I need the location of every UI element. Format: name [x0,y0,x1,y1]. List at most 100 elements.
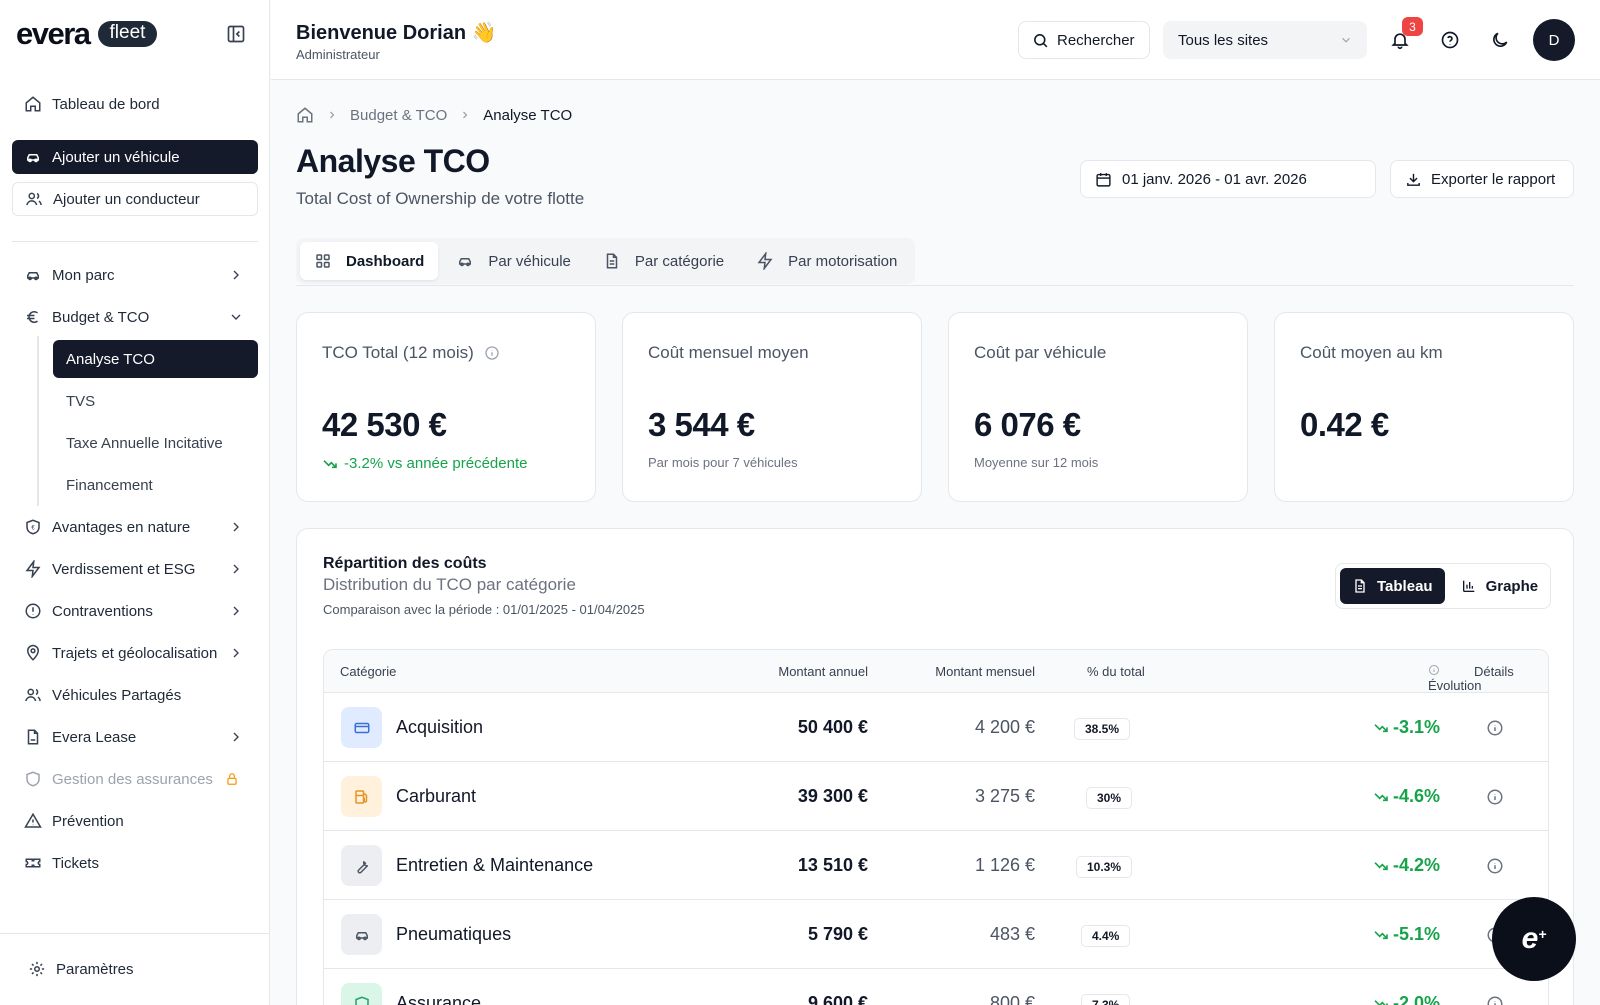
evolution-text: -3.1% [1392,717,1440,737]
sidebar-item-label: Trajets et géolocalisation [52,644,218,662]
percent-badge: 10.3% [1076,856,1133,878]
add-vehicle-button[interactable]: Ajouter un véhicule [12,140,258,174]
moon-icon[interactable] [1490,30,1510,50]
gear-icon [29,961,45,977]
assistant-fab[interactable]: e + [1492,897,1576,981]
add-driver-button[interactable]: Ajouter un conducteur [12,182,258,216]
tab-par-vehicule[interactable]: Par véhicule [442,242,585,280]
sidebar-item-prevention[interactable]: Prévention [12,802,258,840]
submenu-rail [37,336,39,506]
sidebar-item-label: Tickets [52,854,99,872]
shield-icon: € [26,519,40,535]
euro-icon [27,311,38,323]
sidebar-item-label: Mon parc [52,266,115,284]
sidebar-item-vehicules-partages[interactable]: Véhicules Partagés [12,676,258,714]
sidebar-item-dashboard[interactable]: Tableau de bord [12,85,258,123]
bolt-icon [757,252,773,270]
sidebar-item-label: Paramètres [56,960,134,978]
evolution-text: -4.6% [1392,786,1440,806]
plus-icon: + [1538,926,1547,942]
kpi-card-cout-mensuel: Coût mensuel moyen 3 544 € Par mois pour… [622,312,922,502]
table-view-button[interactable]: Tableau [1340,568,1445,604]
add-vehicle-label: Ajouter un véhicule [52,148,180,166]
tab-label: Par motorisation [788,252,898,270]
sidebar-item-mon-parc[interactable]: Mon parc [12,256,258,294]
brand-logo[interactable]: evera fleet [16,18,158,50]
table-row: Assurance 9 600 € 800 € 7.3% -2.0% [324,969,1548,1005]
kpi-card-cout-vehicule: Coût par véhicule 6 076 € Moyenne sur 12… [948,312,1248,502]
wrench-icon [341,845,382,886]
cost-breakdown-card: Répartition des coûts Distribution du TC… [296,528,1574,1005]
sidebar-item-tickets[interactable]: Tickets [12,844,258,882]
monthly-amount: 3 275 € [974,786,1035,806]
breadcrumb-budget-link[interactable]: Budget & TCO [350,107,447,124]
chevron-right-icon [233,270,239,280]
info-icon[interactable] [1486,719,1504,737]
trending-down-icon [1374,723,1388,732]
sidebar-item-evera-lease[interactable]: Evera Lease [12,718,258,756]
sidebar-collapse-icon[interactable] [226,24,246,44]
sidebar-item-label: Tableau de bord [52,95,160,113]
kpi-label: Coût moyen au km [1300,343,1443,362]
sidebar-subitem-financement[interactable]: Financement [53,466,258,504]
info-icon[interactable] [1486,788,1504,806]
sidebar-item-avantages[interactable]: € Avantages en nature [12,508,258,546]
chart-view-label: Graphe [1485,577,1539,595]
kpi-note: Moyenne sur 12 mois [974,455,1099,470]
sidebar-subitem-analyse-tco[interactable]: Analyse TCO [53,340,258,378]
search-button[interactable]: Rechercher [1018,21,1150,59]
kpi-label: TCO Total (12 mois) [322,343,500,363]
kpi-value: 42 530 € [322,406,447,443]
sidebar-item-settings[interactable]: Paramètres [16,950,262,988]
bolt-icon [25,560,41,578]
evolution-text: -4.2% [1392,855,1440,875]
sidebar-subitem-tvs[interactable]: TVS [53,382,258,420]
export-report-button[interactable]: Exporter le rapport [1390,160,1574,198]
avatar[interactable]: D [1533,19,1575,61]
evolution-value: -4.2% [1373,855,1440,876]
sidebar-item-trajets[interactable]: Trajets et géolocalisation [12,634,258,672]
sidebar-divider [12,241,258,242]
page-subtitle: Total Cost of Ownership de votre flotte [296,189,585,208]
ticket-icon [25,858,41,868]
cost-table: Catégorie Montant annuel Montant mensuel… [323,649,1549,1005]
chart-view-button[interactable]: Graphe [1449,568,1551,604]
document-icon [606,253,618,269]
tab-dashboard[interactable]: Dashboard [300,242,439,280]
trending-down-icon [1374,999,1388,1005]
kpi-card-cout-km: Coût moyen au km 0.42 € [1274,312,1574,502]
notification-badge: 3 [1402,17,1423,36]
info-icon[interactable] [1428,664,1440,676]
sidebar-item-budget-tco[interactable]: Budget & TCO [12,298,258,336]
fuel-icon [341,776,382,817]
site-select[interactable]: Tous les sites [1163,21,1367,59]
home-icon[interactable] [296,106,314,124]
table-header: Catégorie Montant annuel Montant mensuel… [324,650,1548,723]
sidebar-item-contraventions[interactable]: Contraventions [12,592,258,630]
car-icon [459,258,472,267]
tab-par-categorie[interactable]: Par catégorie [589,242,738,280]
sidebar-item-label: Gestion des assurances [52,770,213,788]
sidebar-item-assurances[interactable]: Gestion des assurances [12,760,258,798]
kpi-label: Coût mensuel moyen [648,343,809,362]
info-icon[interactable] [1486,857,1504,875]
sidebar-subitem-taxe-annuelle[interactable]: Taxe Annuelle Incitative [53,424,258,462]
evolution-value: -4.6% [1373,786,1440,807]
kpi-value: 6 076 € [974,406,1081,443]
add-driver-label: Ajouter un conducteur [53,190,200,208]
tab-par-motorisation[interactable]: Par motorisation [742,242,911,280]
annual-amount: 50 400 € [797,717,868,737]
info-icon[interactable] [1486,995,1504,1005]
sidebar-item-label: Budget & TCO [52,308,150,326]
shield-icon [26,771,40,787]
annual-amount: 13 510 € [797,855,868,875]
trending-down-icon [323,459,337,468]
user-role: Administrateur [296,47,380,62]
annual-amount: 5 790 € [807,924,868,944]
date-range-picker[interactable]: 01 janv. 2026 - 01 avr. 2026 [1080,160,1376,198]
help-icon[interactable] [1440,30,1460,50]
brand-badge: fleet [97,21,158,47]
info-icon[interactable] [484,345,500,361]
tabs-divider [296,285,1574,286]
sidebar-item-verdissement[interactable]: Verdissement et ESG [12,550,258,588]
